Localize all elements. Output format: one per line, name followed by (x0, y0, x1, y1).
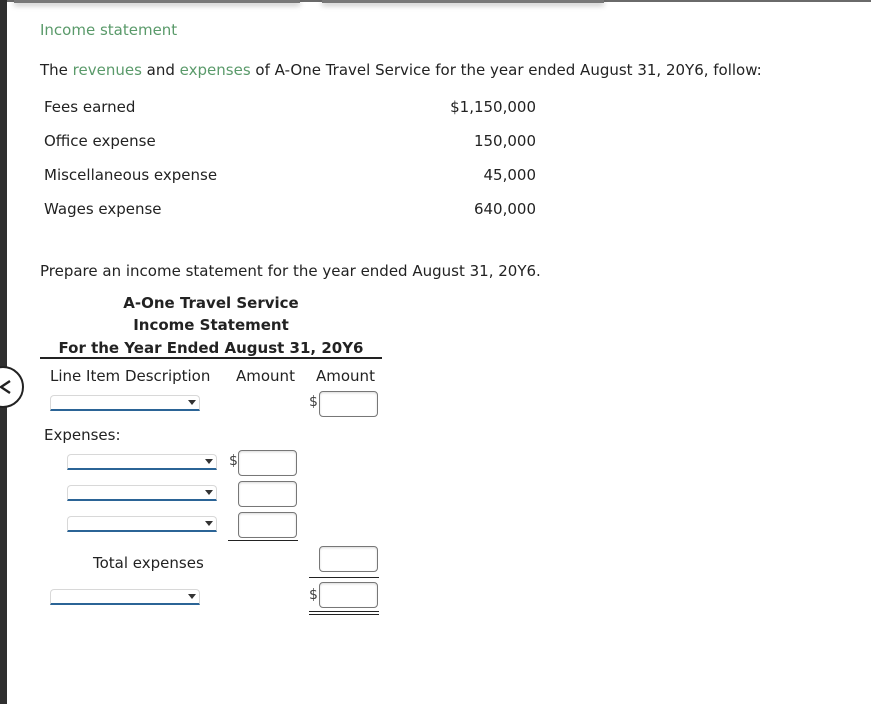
given-label: Miscellaneous expense (44, 166, 218, 184)
given-label: Wages expense (44, 200, 162, 218)
dollar-sign: $ (309, 587, 318, 603)
double-rule-bottom (309, 614, 379, 615)
dollar-sign: $ (229, 453, 238, 469)
intro-text: The revenues and expenses of A-One Trave… (40, 61, 762, 79)
back-button[interactable] (0, 366, 24, 408)
revenue-amount-input[interactable] (319, 391, 378, 417)
chevron-down-icon (188, 400, 196, 405)
expenses-link[interactable]: expenses (180, 61, 251, 79)
net-income-amount-input[interactable] (319, 582, 378, 608)
given-value: 45,000 (483, 166, 537, 184)
chevron-down-icon (205, 459, 213, 464)
expenses-label: Expenses: (44, 426, 121, 444)
statement-title: Income Statement (133, 316, 289, 334)
chevron-down-icon (205, 521, 213, 526)
total-expenses-input[interactable] (319, 546, 378, 572)
given-label: Fees earned (44, 98, 136, 116)
col-header-description: Line Item Description (50, 367, 211, 385)
total-expenses-label: Total expenses (93, 554, 204, 572)
intro-middle: and (141, 61, 180, 79)
expense-line-item-select[interactable] (67, 516, 217, 532)
expense-amount-input[interactable] (238, 450, 297, 476)
revenues-link[interactable]: revenues (73, 61, 142, 79)
net-income-line-item-select[interactable] (50, 589, 200, 605)
intro-suffix: of A-One Travel Service for the year end… (250, 61, 762, 79)
col-header-amount-2: Amount (316, 367, 375, 385)
chevron-down-icon (188, 594, 196, 599)
expense-line-item-select[interactable] (67, 485, 217, 501)
section-title: Income statement (40, 21, 178, 39)
total-expenses-rule (309, 577, 379, 578)
col-header-amount-1: Amount (236, 367, 295, 385)
double-rule-top (309, 611, 379, 612)
top-tab-1[interactable] (14, 0, 300, 3)
left-sidebar-rail (0, 0, 7, 704)
company-name: A-One Travel Service (123, 294, 299, 312)
given-value: 640,000 (473, 200, 536, 218)
given-value: 150,000 (473, 132, 536, 150)
given-label: Office expense (44, 132, 156, 150)
header-rule (40, 357, 382, 359)
expense-amount-input[interactable] (238, 481, 297, 507)
expense-amount-input[interactable] (238, 512, 297, 538)
dollar-sign: $ (309, 394, 318, 410)
chevron-left-icon (0, 380, 11, 394)
statement-period: For the Year Ended August 31, 20Y6 (58, 339, 364, 357)
expense-subtotal-rule (228, 540, 298, 541)
revenue-line-item-select[interactable] (50, 395, 200, 411)
chevron-down-icon (205, 490, 213, 495)
expense-line-item-select[interactable] (67, 454, 217, 470)
intro-prefix: The (40, 61, 73, 79)
instruction-text: Prepare an income statement for the year… (40, 262, 541, 280)
top-tab-2[interactable] (322, 0, 604, 3)
given-value: $1,150,000 (450, 98, 536, 116)
